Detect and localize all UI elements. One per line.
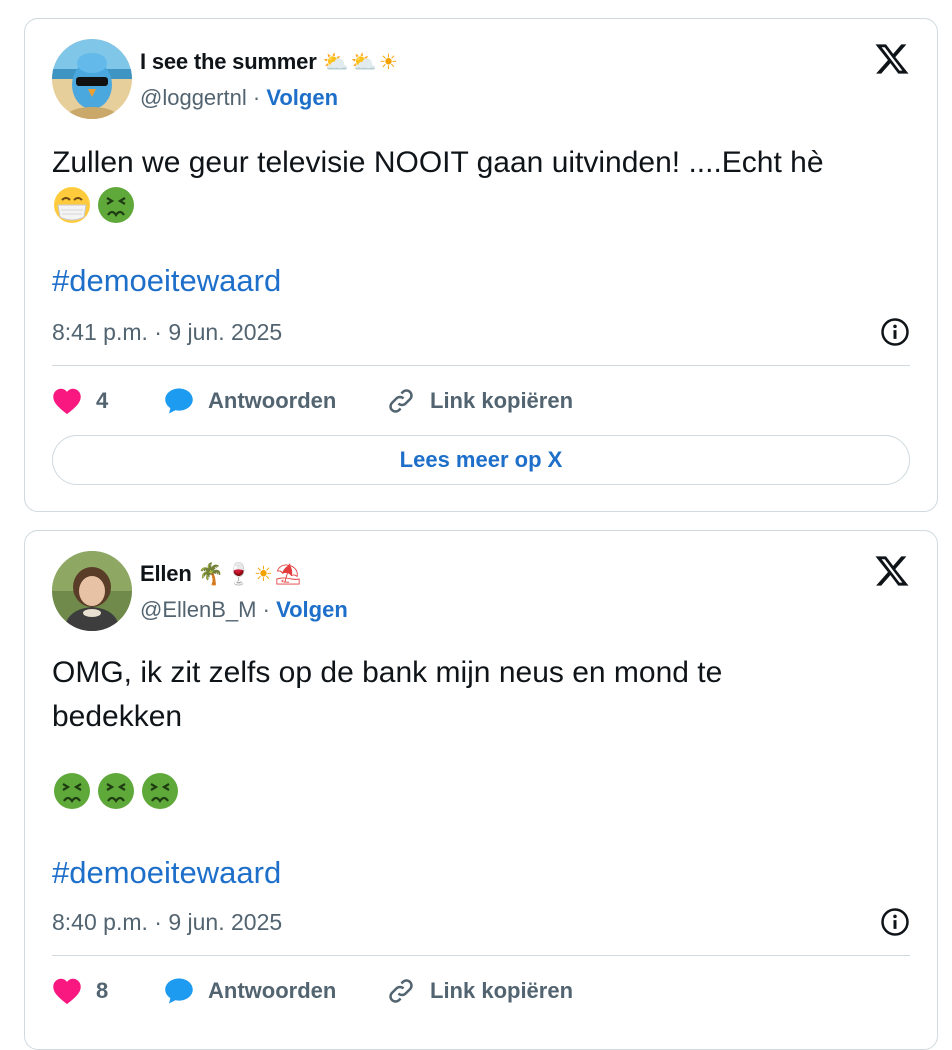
nauseated-face-icon (98, 773, 134, 809)
reply-button[interactable]: Antwoorden (164, 387, 386, 415)
avatar[interactable] (52, 39, 132, 119)
copy-link-button[interactable]: Link kopiëren (386, 976, 573, 1006)
hashtag-link[interactable]: #demoeitewaard (52, 263, 281, 299)
copy-link-button[interactable]: Link kopiëren (386, 386, 573, 416)
avatar[interactable] (52, 551, 132, 631)
sun-icon: ☀ (253, 561, 275, 586)
reply-bubble-icon (165, 388, 193, 414)
copy-link-label: Link kopiëren (430, 978, 574, 1003)
name-emoji: 🌴🍷☀⛱ (198, 562, 304, 587)
name-emoji: ⛅⛅☀ (323, 50, 400, 75)
reply-label: Antwoorden (208, 388, 337, 413)
display-name[interactable]: I see the summer (140, 49, 317, 75)
separator: · (262, 597, 270, 622)
tweet-card: Ellen 🌴🍷☀⛱ @EllenB_M · Volgen OMG, ik zi… (24, 530, 938, 1050)
tweet-text-line: Zullen we geur televisie NOOIT gaan uitv… (52, 146, 824, 179)
divider (52, 365, 910, 366)
mask-face-icon (54, 187, 90, 223)
read-more-button[interactable]: Lees meer op X (52, 435, 910, 485)
tweet-header: I see the summer ⛅⛅☀ @loggertnl · Volgen (52, 39, 910, 119)
divider (52, 955, 910, 956)
wine-glass-icon: 🍷 (225, 561, 254, 586)
like-count: 4 (96, 388, 109, 413)
copy-link-label: Link kopiëren (430, 388, 574, 413)
x-logo-icon[interactable] (874, 41, 910, 77)
heart-icon (53, 388, 81, 415)
info-icon[interactable] (880, 907, 910, 937)
tweet-text-line: OMG, ik zit zelfs op de bank mijn neus e… (52, 656, 723, 689)
emoji-line (52, 185, 910, 225)
tweet-header: Ellen 🌴🍷☀⛱ @EllenB_M · Volgen (52, 551, 910, 631)
user-handle[interactable]: @EllenB_M (140, 597, 257, 622)
separator: · (252, 85, 261, 110)
tweet-text-line: bedekken (52, 700, 183, 733)
sun-behind-cloud-icon: ⛅ (350, 49, 379, 74)
hashtag-link[interactable]: #demoeitewaard (52, 855, 281, 891)
link-icon (389, 389, 413, 413)
sun-icon: ☀ (378, 49, 400, 74)
palm-tree-icon: 🌴 (197, 561, 226, 586)
action-bar: 4 Antwoorden Link kopiëren (52, 381, 910, 421)
follow-button[interactable]: Volgen (266, 85, 338, 110)
emoji-line (52, 771, 910, 811)
nauseated-face-icon (98, 187, 134, 223)
tweet-card: I see the summer ⛅⛅☀ @loggertnl · Volgen… (24, 18, 938, 512)
nauseated-face-icon (142, 773, 178, 809)
info-icon[interactable] (880, 317, 910, 347)
reply-bubble-icon (165, 978, 193, 1004)
action-bar: 8 Antwoorden Link kopiëren (52, 971, 910, 1011)
tweet-text: Zullen we geur televisie NOOIT gaan uitv… (52, 141, 910, 225)
sun-behind-cloud-icon: ⛅ (322, 49, 351, 74)
x-logo-icon[interactable] (874, 553, 910, 589)
heart-icon (53, 978, 81, 1005)
read-more-label: Lees meer op X (399, 447, 563, 472)
like-button[interactable]: 4 (52, 387, 164, 415)
follow-button[interactable]: Volgen (276, 597, 348, 622)
user-handle[interactable]: @loggertnl (140, 85, 247, 110)
like-count: 8 (96, 978, 109, 1003)
beach-umbrella-icon: ⛱ (274, 561, 304, 586)
display-name[interactable]: Ellen (140, 561, 192, 587)
reply-label: Antwoorden (208, 978, 337, 1003)
timestamp[interactable]: 8:41 p.m. · 9 jun. 2025 (52, 319, 282, 346)
nauseated-face-icon (54, 773, 90, 809)
tweet-text: OMG, ik zit zelfs op de bank mijn neus e… (52, 651, 910, 739)
like-button[interactable]: 8 (52, 977, 164, 1005)
link-icon (389, 979, 413, 1003)
reply-button[interactable]: Antwoorden (164, 977, 386, 1005)
timestamp[interactable]: 8:40 p.m. · 9 jun. 2025 (52, 909, 282, 936)
